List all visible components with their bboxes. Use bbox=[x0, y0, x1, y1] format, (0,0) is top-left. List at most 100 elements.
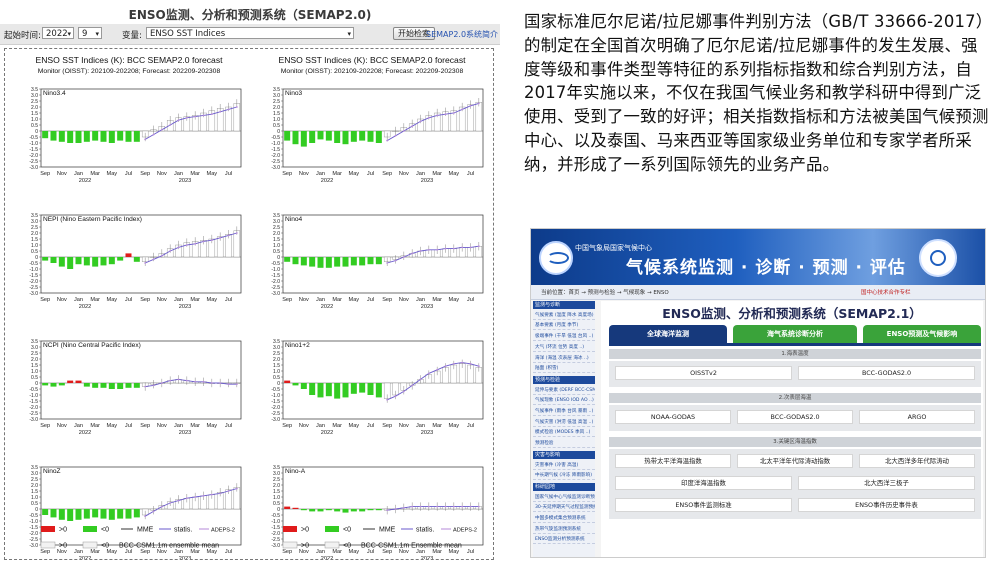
x-tick-label: Sep bbox=[282, 171, 292, 177]
observed-bar bbox=[117, 383, 124, 389]
mme-point bbox=[436, 505, 439, 508]
sidebar-item[interactable]: 模式检验 (MODES 季风 ..) bbox=[533, 429, 595, 438]
x-tick-label: Jan bbox=[174, 297, 183, 303]
x-tick-label: Jul bbox=[225, 297, 232, 303]
x-tick-label: Mar bbox=[432, 171, 442, 177]
site-tab[interactable]: 海气系统诊断分析 bbox=[733, 325, 857, 343]
mme-point bbox=[436, 368, 439, 371]
mme-point bbox=[219, 492, 222, 495]
legend-obs-neg: <0 bbox=[343, 527, 351, 534]
y-tick-label: -3.0 bbox=[271, 417, 280, 423]
observed-bar bbox=[317, 257, 324, 268]
year-select[interactable]: 2022 ▾ bbox=[42, 27, 74, 39]
year-label: 2022 bbox=[79, 430, 91, 436]
mme-point bbox=[386, 398, 389, 401]
observed-bar bbox=[359, 383, 366, 393]
sidebar-item[interactable]: 中长期气候 (冷冻 降雨影响) bbox=[533, 472, 595, 481]
sidebar-item[interactable]: 气候灾害 (洪涝 低温 高温 ..) bbox=[533, 419, 595, 427]
sidebar-item[interactable]: 气候事件 (雨季 台风 暴雨 ..) bbox=[533, 408, 595, 416]
x-tick-label: Jan bbox=[316, 549, 325, 555]
observed-bar bbox=[125, 509, 132, 519]
site-tab[interactable]: 全球海洋监测 bbox=[609, 325, 727, 343]
product-link[interactable]: 热带太平洋海温指数 bbox=[615, 454, 731, 468]
observed-bar bbox=[108, 257, 115, 265]
legend-fc-neg: <0 bbox=[343, 543, 351, 550]
observed-bar bbox=[108, 383, 115, 389]
product-link[interactable]: 北太平洋年代际涛动指数 bbox=[737, 454, 853, 468]
legend-fc-pos-swatch bbox=[282, 541, 298, 549]
sidebar-item[interactable]: 基本要素 (月度 季节) bbox=[533, 322, 595, 331]
x-tick-label: Jul bbox=[467, 549, 474, 555]
notice-link[interactable]: 国中心技术合作专栏 bbox=[861, 288, 911, 296]
mme-point bbox=[210, 493, 213, 496]
x-tick-label: Jul bbox=[125, 297, 132, 303]
sidebar-item[interactable]: 热带气旋监测预测系统 bbox=[533, 526, 595, 534]
sidebar-item[interactable]: 海洋 (海温 次表层 海冰 ..) bbox=[533, 355, 595, 363]
x-tick-label: Jan bbox=[174, 423, 183, 429]
tab-underline bbox=[609, 343, 981, 346]
x-tick-label: Nov bbox=[299, 171, 309, 177]
observed-bar bbox=[292, 257, 299, 265]
mme-point bbox=[419, 120, 422, 123]
mme-point bbox=[177, 119, 180, 122]
observed-bar bbox=[359, 509, 366, 512]
observed-bar bbox=[342, 509, 349, 513]
site-tab[interactable]: ENSO预测及气候影响 bbox=[863, 325, 981, 343]
product-link[interactable]: BCC-GODAS2.0 bbox=[737, 410, 853, 424]
observed-bar bbox=[350, 383, 357, 394]
sidebar-item[interactable]: 大气 (环流 位势 高度 ..) bbox=[533, 344, 595, 352]
x-tick-label: Sep bbox=[140, 297, 150, 303]
mme-point bbox=[452, 362, 455, 365]
product-link[interactable]: 印度洋海温指数 bbox=[615, 476, 792, 490]
x-tick-label: Sep bbox=[282, 549, 292, 555]
x-tick-label: Jul bbox=[367, 423, 374, 429]
x-tick-label: Jul bbox=[125, 171, 132, 177]
sidebar-item[interactable]: 预测检验 bbox=[533, 440, 595, 449]
sidebar-item[interactable]: 国家气候中心气候监测诊断预测系统 bbox=[533, 494, 595, 502]
product-link[interactable]: 北大西洋三极子 bbox=[798, 476, 975, 490]
sidebar-item[interactable]: 极端事件 (干旱 低温 台风 ..) bbox=[533, 333, 595, 342]
mme-point bbox=[469, 505, 472, 508]
year-label: 2023 bbox=[179, 178, 191, 184]
legend-ensemble: BCC-CSM1.1m ensemble mean bbox=[119, 543, 219, 550]
x-tick-label: Jan bbox=[416, 297, 425, 303]
sidebar-item[interactable]: 30-天延伸期天气过程监测预报 bbox=[533, 504, 595, 513]
figure-subtitle: Monitor (OISST): 202109-202208; Forecast… bbox=[281, 68, 464, 75]
observed-bar bbox=[75, 131, 82, 143]
sidebar-item[interactable]: ENSO监测分析预测系统 bbox=[533, 536, 595, 545]
product-link[interactable]: 北大西洋多年代际涛动 bbox=[859, 454, 975, 468]
x-tick-label: Nov bbox=[157, 171, 167, 177]
sidebar-item[interactable]: 陆面 (积雪) bbox=[533, 365, 595, 374]
x-tick-label: Mar bbox=[190, 297, 200, 303]
observed-bar bbox=[50, 131, 57, 141]
y-tick-label: -3.0 bbox=[29, 543, 38, 549]
observed-bar bbox=[325, 257, 332, 268]
sidebar-item[interactable]: 气候现象 (ENSO IOD AO ..) bbox=[533, 397, 595, 406]
product-link[interactable]: ARGO bbox=[859, 410, 975, 424]
sidebar-item[interactable]: 气候要素 (温度 降水 高度场) bbox=[533, 312, 595, 320]
observed-bar bbox=[350, 131, 357, 142]
sidebar-item[interactable]: 中国多模式集合预测系统 bbox=[533, 515, 595, 523]
x-tick-label: Jan bbox=[416, 171, 425, 177]
observed-bar bbox=[300, 131, 307, 147]
x-tick-label: Sep bbox=[40, 423, 50, 429]
sidebar-item[interactable]: 灾害事件 (冷害 高温) bbox=[533, 462, 595, 470]
product-link[interactable]: BCC-GODAS2.0 bbox=[798, 366, 975, 380]
panel-title: NEPI (Nino Eastern Pacific Index) bbox=[43, 216, 142, 223]
observed-bar bbox=[375, 509, 382, 511]
month-select[interactable]: 9 ▾ bbox=[78, 27, 102, 39]
observed-bar bbox=[300, 383, 307, 389]
sidebar-item[interactable]: 延伸与要素 (DERF BCC-CSM) bbox=[533, 387, 595, 395]
variable-select[interactable]: ENSO SST Indices ▾ bbox=[146, 27, 354, 39]
mme-point bbox=[419, 378, 422, 381]
product-link[interactable]: NOAA-GODAS bbox=[615, 410, 731, 424]
product-link[interactable]: OISSTv2 bbox=[615, 366, 792, 380]
mme-point bbox=[461, 246, 464, 249]
x-tick-label: Jan bbox=[316, 171, 325, 177]
product-link[interactable]: ENSO事件历史事件表 bbox=[798, 498, 975, 512]
product-link[interactable]: ENSO事件监测标准 bbox=[615, 498, 792, 512]
x-tick-label: Jan bbox=[74, 549, 83, 555]
system-intro-link[interactable]: SEMAP2.0系统简介 bbox=[426, 29, 498, 40]
observed-bar bbox=[317, 509, 324, 512]
observed-bar bbox=[367, 131, 374, 142]
